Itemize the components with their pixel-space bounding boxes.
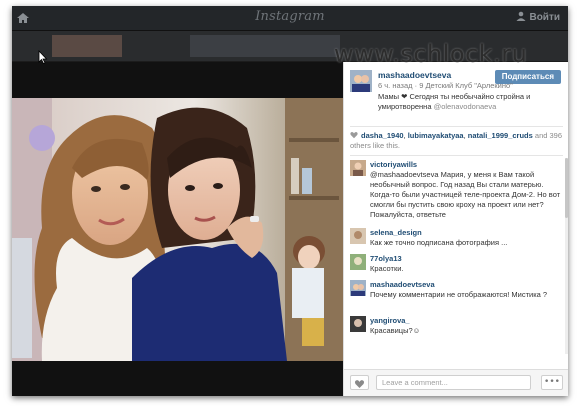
- comment-username[interactable]: yangirova_: [370, 316, 410, 325]
- comment-input[interactable]: [376, 375, 531, 390]
- post-details-panel: mashaadoevtseva Подписаться 6 ч. назад ·…: [343, 62, 568, 396]
- login-label: Войти: [529, 12, 560, 23]
- comment-username[interactable]: selena_design: [370, 228, 422, 237]
- commenter-avatar[interactable]: [350, 254, 366, 270]
- photo-panel: [12, 62, 343, 396]
- instagram-logo[interactable]: Instagram: [12, 9, 568, 24]
- divider: [350, 155, 563, 156]
- caption-mention[interactable]: @olenavodonaeva: [434, 102, 497, 111]
- comment-item: mashaadoevtseva Почему комментарии не от…: [350, 280, 565, 314]
- browser-frame: Instagram Войти www.schlock.ru mashaadoe…: [12, 6, 568, 396]
- commenter-avatar[interactable]: [350, 228, 366, 244]
- comment-item: 77olya13 Красотки.: [350, 254, 565, 278]
- likes-tail-text: others like this.: [350, 141, 401, 150]
- liker-username[interactable]: natali_1999_cruds: [468, 131, 533, 140]
- liker-username[interactable]: dasha_1940: [361, 131, 404, 140]
- likes-and-label: and: [534, 131, 548, 140]
- login-link[interactable]: Войти: [516, 11, 560, 23]
- site-watermark: www.schlock.ru: [334, 40, 528, 68]
- owner-username[interactable]: mashaadoevtseva: [378, 70, 451, 80]
- background-photo-tile: [52, 35, 122, 57]
- post-meta: 6 ч. назад · 9 Детский Клуб "Арлекино": [378, 81, 513, 90]
- comment-item: selena_design Как же точно подписана фот…: [350, 228, 565, 252]
- comment-text: Красавицы?☺: [370, 326, 421, 335]
- comment-text: Как же точно подписана фотография ...: [370, 238, 508, 247]
- mouse-cursor-icon: [38, 50, 48, 64]
- likes-others-count[interactable]: 396: [550, 131, 563, 140]
- scrollbar-thumb[interactable]: [565, 158, 568, 218]
- post-header: mashaadoevtseva Подписаться 6 ч. назад ·…: [350, 70, 563, 126]
- top-navigation-bar: Instagram Войти: [12, 6, 568, 31]
- comment-text: Почему комментарии не отображаются! Мист…: [370, 290, 548, 299]
- comment-username[interactable]: 77olya13: [370, 254, 402, 263]
- comment-footer: •••: [344, 369, 568, 396]
- like-button[interactable]: [350, 375, 369, 390]
- background-photo-tile: [190, 35, 340, 57]
- photo-modal: mashaadoevtseva Подписаться 6 ч. назад ·…: [12, 62, 568, 396]
- commenter-avatar[interactable]: [350, 160, 366, 176]
- comments-scrollbar[interactable]: [565, 158, 568, 354]
- post-photo[interactable]: [12, 98, 343, 361]
- owner-avatar[interactable]: [350, 70, 372, 92]
- comment-item: victoriyawills @mashaadoevtseva Мария, у…: [350, 160, 565, 222]
- commenter-avatar[interactable]: [350, 316, 366, 332]
- heart-icon: [350, 131, 358, 139]
- divider: [350, 126, 563, 127]
- commenter-avatar[interactable]: [350, 280, 366, 296]
- comment-username[interactable]: victoriyawills: [370, 160, 417, 169]
- more-options-button[interactable]: •••: [541, 375, 563, 390]
- comment-username[interactable]: mashaadoevtseva: [370, 280, 435, 289]
- comment-text: Красотки.: [370, 264, 404, 273]
- post-caption: Мамы ❤ Сегодня ты необычайно стройна и у…: [378, 92, 557, 112]
- heart-icon: [354, 379, 365, 388]
- user-icon: [516, 11, 526, 21]
- liker-username[interactable]: lubimayakatyaa: [408, 131, 464, 140]
- likes-summary: dasha_1940, lubimayakatyaa, natali_1999_…: [350, 131, 563, 150]
- comment-text: @mashaadoevtseva Мария, у меня к Вам так…: [370, 170, 561, 219]
- comment-item: yangirova_ Красавицы?☺: [350, 316, 565, 342]
